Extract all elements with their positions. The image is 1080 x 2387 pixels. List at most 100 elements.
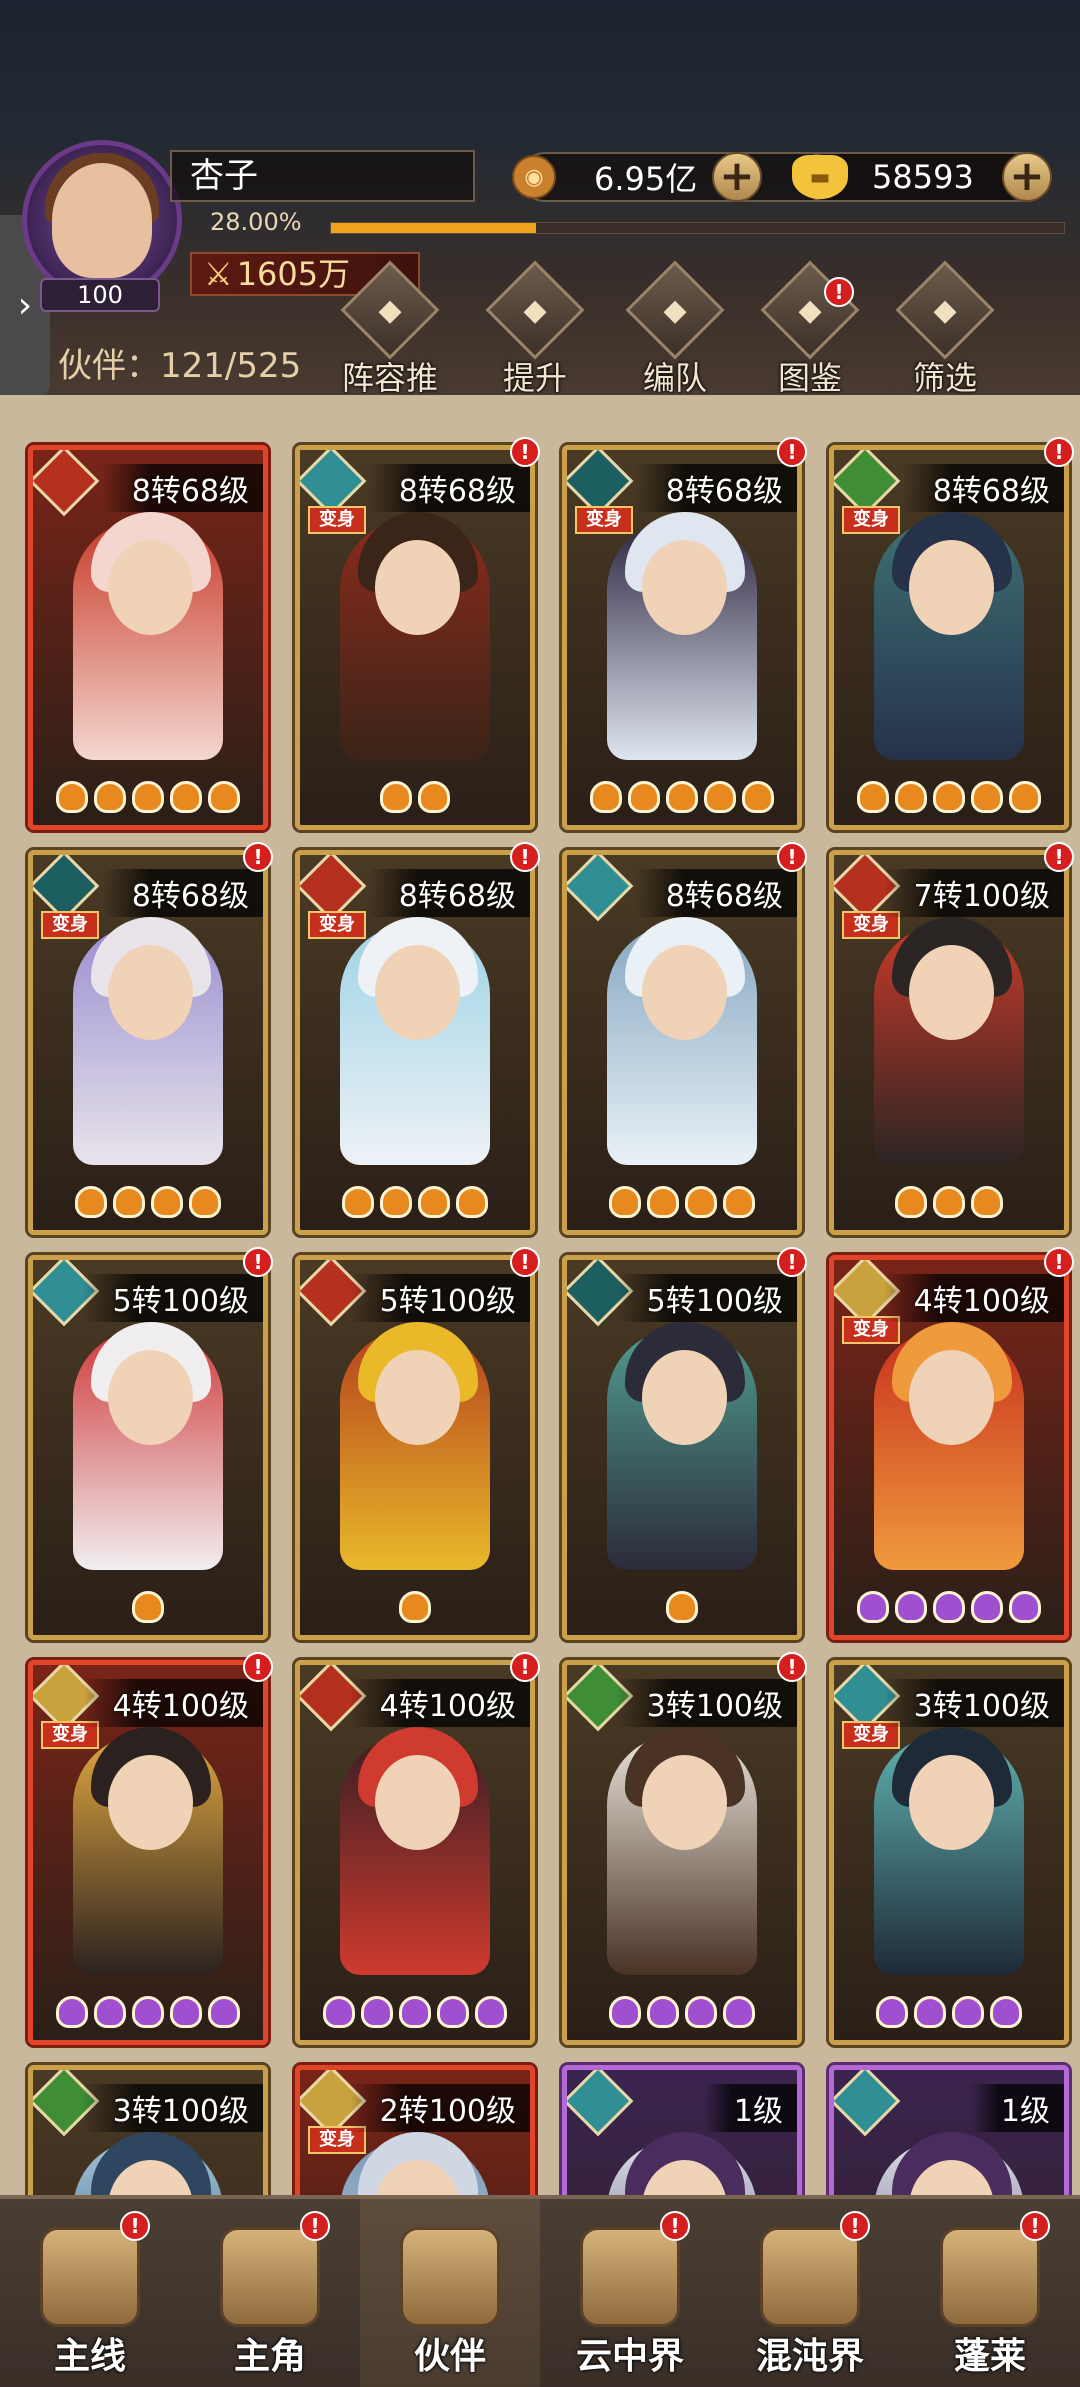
alert-badge: !: [777, 842, 807, 872]
nav-tab-1[interactable]: 主线!: [0, 2199, 180, 2387]
card-level: 4转100级: [349, 1679, 530, 1727]
card-level: 3转100级: [883, 1679, 1064, 1727]
flame-star-icon: [647, 1996, 679, 2028]
partner-card[interactable]: 变身 7转100级: [829, 850, 1069, 1235]
nav-label: 蓬莱: [953, 2336, 1026, 2377]
alert-badge: !: [824, 277, 854, 307]
flame-star-icon: [170, 1996, 202, 2028]
nav-tab-4[interactable]: 云中界!: [540, 2199, 720, 2387]
nav-tab-3[interactable]: 伙伴: [360, 2199, 540, 2387]
formation-icon: ◆: [625, 260, 725, 360]
partner-card[interactable]: 3转100级: [562, 1660, 802, 2045]
gold-value: 58593: [872, 158, 974, 196]
flame-star-icon: [418, 781, 450, 813]
toolbar-button-2[interactable]: ◆ 提升: [475, 260, 595, 397]
partner-card[interactable]: 变身 8转68级: [562, 445, 802, 830]
star-row: [567, 1186, 797, 1218]
partner-card[interactable]: 1级: [829, 2065, 1069, 2195]
star-row: [33, 1186, 263, 1218]
partner-card[interactable]: 变身 2转100级: [295, 2065, 535, 2195]
card-level: 8转68级: [635, 869, 797, 917]
gold-ingot-icon: ▬: [792, 155, 848, 199]
flame-star-icon: [132, 1591, 164, 1623]
partner-card[interactable]: 5转100级: [295, 1255, 535, 1640]
partner-card[interactable]: 8转68级: [562, 850, 802, 1235]
partner-card[interactable]: 变身 8转68级: [829, 445, 1069, 830]
exp-percent: 28.00%: [210, 208, 302, 236]
flame-star-icon: [590, 781, 622, 813]
upgrade-icon: ◆: [485, 260, 585, 360]
partner-card[interactable]: 变身 8转68级: [28, 850, 268, 1235]
main-quest-icon: [40, 2227, 140, 2327]
flame-star-icon: [94, 781, 126, 813]
flame-star-icon: [189, 1186, 221, 1218]
flame-star-icon: [876, 1996, 908, 2028]
partner-count: 伙伴：121/525: [58, 346, 302, 386]
flame-star-icon: [1009, 781, 1041, 813]
card-level: 8转68级: [101, 869, 263, 917]
flame-star-icon: [208, 1996, 240, 2028]
partner-icon: [400, 2227, 500, 2327]
alert-badge: !: [510, 842, 540, 872]
toolbar-button-4[interactable]: ◆ 图鉴!: [750, 260, 870, 397]
nav-tab-2[interactable]: 主角!: [180, 2199, 360, 2387]
alert-badge: !: [300, 2211, 330, 2241]
toolbar-label: 图鉴: [777, 359, 842, 397]
star-row: [300, 1996, 530, 2028]
alert-badge: !: [840, 2211, 870, 2241]
toolbar-button-1[interactable]: ◆阵容推荐: [330, 260, 450, 443]
nav-tab-5[interactable]: 混沌界!: [720, 2199, 900, 2387]
flame-star-icon: [723, 1186, 755, 1218]
partner-card[interactable]: 8转68级: [28, 445, 268, 830]
character-face: [642, 1755, 727, 1850]
card-level: 4转100级: [82, 1679, 263, 1727]
partner-card[interactable]: 变身 4转100级: [28, 1660, 268, 2045]
card-level: 8转68级: [101, 464, 263, 512]
partner-grid[interactable]: 8转68级 变身 8转68级! 变身 8转68级! 变身 8转68级! 变身 8转68级! 变身 8…: [0, 395, 1080, 2195]
card-level: 1级: [970, 2084, 1064, 2132]
transform-badge: 变身: [41, 911, 99, 939]
player-name: 杏子: [170, 150, 475, 202]
partner-card[interactable]: 5转100级: [562, 1255, 802, 1640]
partner-card[interactable]: 5转100级: [28, 1255, 268, 1640]
transform-badge: 变身: [842, 506, 900, 534]
character-face: [909, 1755, 994, 1850]
flame-star-icon: [132, 1996, 164, 2028]
partner-card[interactable]: 4转100级: [295, 1660, 535, 2045]
flame-star-icon: [208, 781, 240, 813]
star-row: [33, 1591, 263, 1623]
flame-star-icon: [647, 1186, 679, 1218]
partner-card[interactable]: 变身 4转100级: [829, 1255, 1069, 1640]
flame-star-icon: [952, 1996, 984, 2028]
flame-star-icon: [437, 1996, 469, 2028]
flame-star-icon: [685, 1186, 717, 1218]
card-level: 2转100级: [349, 2084, 530, 2132]
toolbar-button-3[interactable]: ◆ 编队: [615, 260, 735, 397]
toolbar-button-5[interactable]: ◆ 筛选: [885, 260, 1005, 397]
avatar-face: [52, 163, 152, 278]
add-gold-button[interactable]: +: [1002, 152, 1052, 202]
flame-star-icon: [418, 1186, 450, 1218]
partner-card[interactable]: 1级: [562, 2065, 802, 2195]
card-level: 3转100级: [616, 1679, 797, 1727]
nav-label: 混沌界: [755, 2336, 864, 2377]
card-level: 7转100级: [883, 869, 1064, 917]
nav-tab-6[interactable]: 蓬莱!: [900, 2199, 1080, 2387]
star-row: [834, 1186, 1064, 1218]
add-coin-button[interactable]: +: [712, 152, 762, 202]
alert-badge: !: [120, 2211, 150, 2241]
flame-star-icon: [56, 1996, 88, 2028]
partner-card[interactable]: 3转100级: [28, 2065, 268, 2195]
formation-icon-glyph: ◆: [663, 292, 687, 328]
partner-card[interactable]: 变身 8转68级: [295, 445, 535, 830]
partner-card[interactable]: 变身 8转68级: [295, 850, 535, 1235]
flame-star-icon: [456, 1186, 488, 1218]
bottom-nav: 主线! 主角! 伙伴 云中界! 混沌界! 蓬莱!: [0, 2195, 1080, 2387]
partner-card[interactable]: 变身 3转100级: [829, 1660, 1069, 2045]
flame-star-icon: [990, 1996, 1022, 2028]
avatar[interactable]: [22, 140, 182, 300]
toolbar-label: 提升: [502, 359, 567, 397]
character-face: [909, 945, 994, 1040]
alert-badge: !: [243, 842, 273, 872]
star-row: [300, 1186, 530, 1218]
